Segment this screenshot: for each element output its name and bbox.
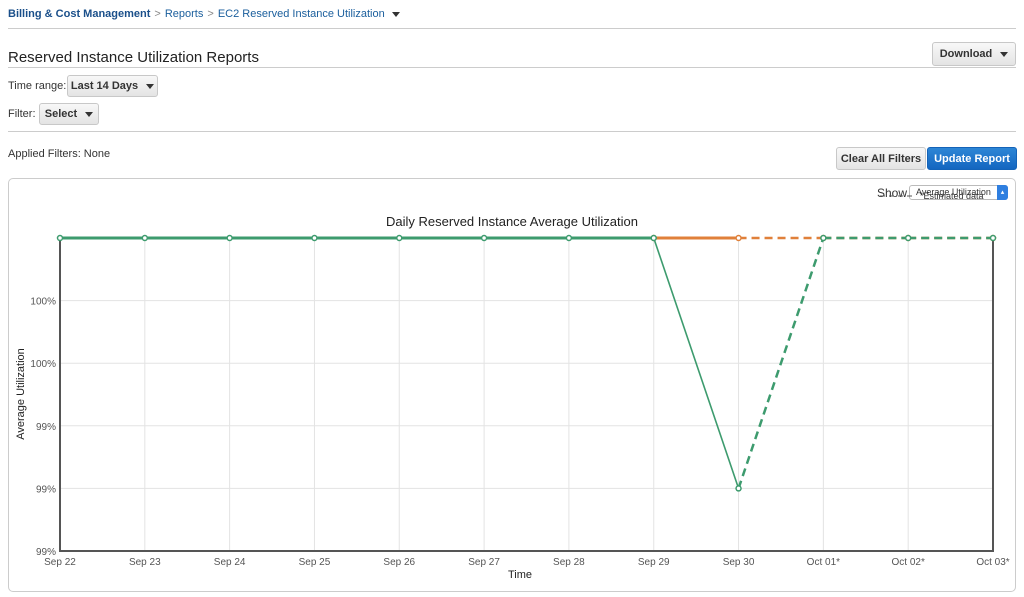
x-tick-label: Sep 30 — [723, 557, 755, 568]
data-point — [820, 234, 827, 242]
data-point — [396, 234, 403, 242]
y-tick-label: 99% — [36, 484, 56, 495]
x-tick-label: Sep 24 — [214, 557, 246, 568]
x-tick-label: Oct 01* — [807, 557, 840, 568]
data-point — [904, 234, 912, 242]
x-tick-label: Oct 02* — [892, 557, 925, 568]
y-axis-title: Average Utilization — [15, 348, 27, 440]
x-axis-title: Time — [508, 569, 532, 581]
legend-label: *Estimated data — [920, 191, 984, 201]
data-point — [311, 234, 318, 242]
chart-title: Daily Reserved Instance Average Utilizat… — [386, 214, 638, 229]
data-point — [226, 234, 233, 242]
x-tick-label: Oct 03* — [976, 557, 1009, 568]
utilization-chart: Daily Reserved Instance Average Utilizat… — [15, 191, 1010, 581]
y-tick-label: 100% — [30, 297, 56, 308]
x-tick-label: Sep 27 — [468, 557, 500, 568]
x-tick-label: Sep 29 — [638, 557, 670, 568]
data-point — [735, 485, 742, 492]
data-point — [56, 234, 64, 242]
x-tick-label: Sep 26 — [383, 557, 415, 568]
x-tick-label: Sep 25 — [299, 557, 331, 568]
plot-frame — [59, 238, 994, 552]
y-tick-label: 99% — [36, 422, 56, 433]
data-point — [565, 234, 573, 242]
x-tick-label: Sep 28 — [553, 557, 585, 568]
x-tick-label: Sep 22 — [44, 557, 76, 568]
data-point — [735, 234, 742, 242]
x-tick-label: Sep 23 — [129, 557, 161, 568]
data-point — [480, 234, 488, 242]
data-point — [989, 234, 997, 242]
data-point — [650, 234, 657, 242]
y-tick-label: 100% — [30, 359, 56, 370]
data-point — [141, 234, 149, 242]
